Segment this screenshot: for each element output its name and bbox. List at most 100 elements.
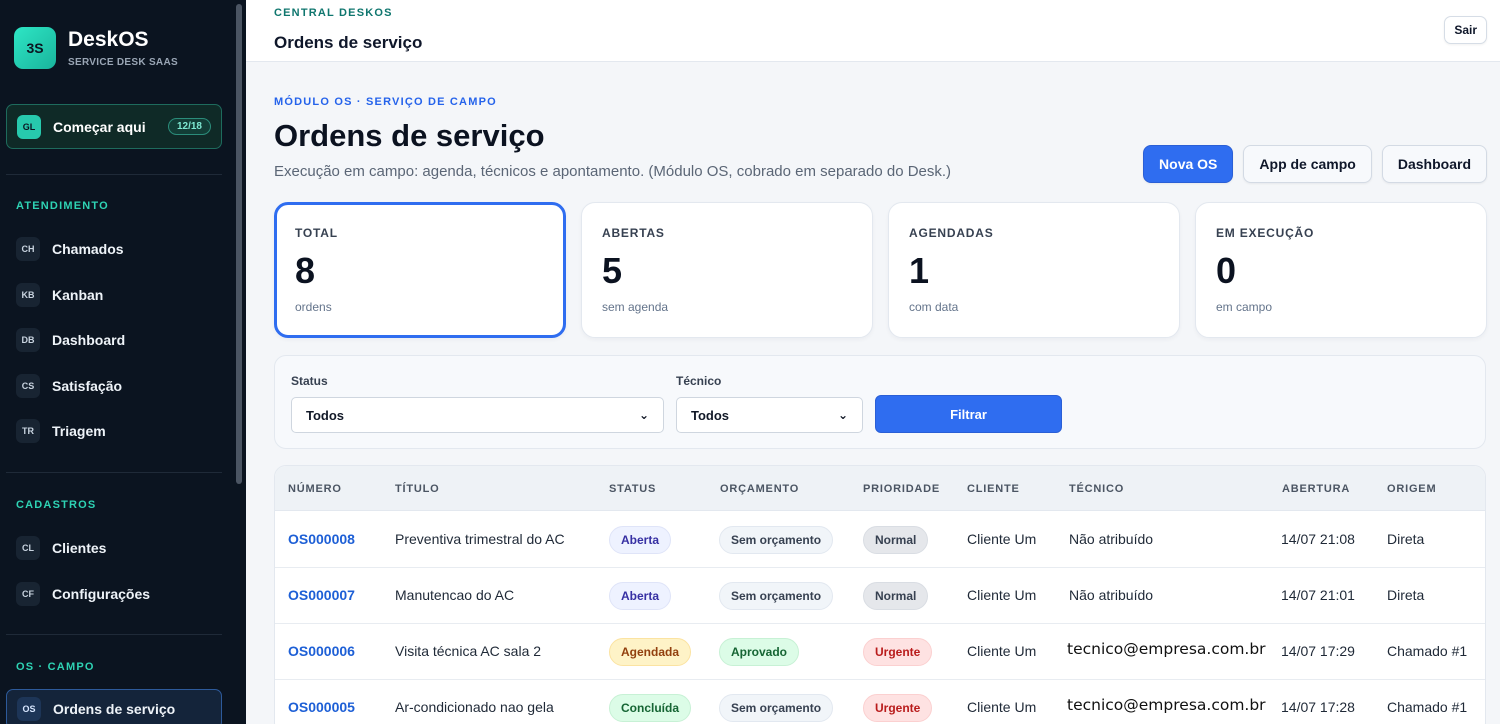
field-app-button[interactable]: App de campo <box>1243 145 1372 183</box>
status-select[interactable]: Todos ⌄ <box>291 397 664 433</box>
page-subtitle: Execução em campo: agenda, técnicos e ap… <box>274 163 952 180</box>
dashboard-button[interactable]: Dashboard <box>1381 145 1487 183</box>
satisfacao-chip: CS <box>16 374 40 398</box>
stat-value: 0 <box>1216 250 1237 291</box>
sidebar-item-chamados[interactable]: CH Chamados <box>16 233 222 265</box>
origin: Chamado #1 <box>1387 699 1468 715</box>
brand-logo: 3S <box>14 27 56 69</box>
brand-name: DeskOS <box>68 28 149 51</box>
stat-caption: em campo <box>1216 300 1273 314</box>
order-title: Manutencao do AC <box>395 587 515 603</box>
page-title: Ordens de serviço <box>274 118 545 153</box>
logout-button[interactable]: Sair <box>1444 16 1487 44</box>
stat-card-total[interactable]: TOTAL 8 ordens <box>274 202 566 338</box>
table-row[interactable]: OS000005 Ar-condicionado nao gela Conclu… <box>275 680 1485 724</box>
col-header-orcamento: ORÇAMENTO <box>720 483 800 495</box>
budget-badge: Sem orçamento <box>719 526 834 554</box>
stat-caption: com data <box>909 300 959 314</box>
stat-card-em-execucao[interactable]: EM EXECUÇÃO 0 em campo <box>1195 202 1487 338</box>
stat-card-agendadas[interactable]: AGENDADAS 1 com data <box>888 202 1180 338</box>
clientes-chip: CL <box>16 536 40 560</box>
sidebar-item-label: Configurações <box>52 586 151 602</box>
sidebar-item-label: Triagem <box>52 423 106 439</box>
stat-label: TOTAL <box>295 226 338 240</box>
technician: Não atribuído <box>1069 587 1154 603</box>
stat-caption: ordens <box>295 300 332 314</box>
sidebar-item-label: Satisfação <box>52 378 123 394</box>
order-title: Ar-condicionado nao gela <box>395 699 554 715</box>
topbar: CENTRAL DESKOS Ordens de serviço Sair <box>246 0 1500 62</box>
col-header-titulo: TÍTULO <box>395 483 440 495</box>
order-title: Visita técnica AC sala 2 <box>395 643 542 659</box>
stat-value: 5 <box>602 250 623 291</box>
sidebar-item-ordens-de-servico[interactable]: OS Ordens de serviço <box>6 689 222 724</box>
sidebar-scrollbar[interactable] <box>236 4 242 484</box>
sidebar-item-configuracoes[interactable]: CF Configurações <box>16 578 222 610</box>
status-badge: Concluída <box>609 694 692 722</box>
col-header-prioridade: PRIORIDADE <box>863 483 941 495</box>
sidebar-item-clientes[interactable]: CL Clientes <box>16 532 222 564</box>
order-number-link[interactable]: OS000005 <box>288 699 355 715</box>
priority-badge: Urgente <box>863 638 933 666</box>
priority-badge: Normal <box>863 582 929 610</box>
page-actions: Nova OS App de campo Dashboard <box>1143 145 1487 183</box>
status-badge: Aberta <box>609 526 672 554</box>
opened-at: 14/07 21:01 <box>1281 587 1355 603</box>
budget-badge: Sem orçamento <box>719 694 834 722</box>
technician: tecnico@empresa.com.br <box>1067 696 1266 714</box>
stat-label: AGENDADAS <box>909 226 994 240</box>
table-row[interactable]: OS000008 Preventiva trimestral do AC Abe… <box>275 512 1485 568</box>
table-row[interactable]: OS000007 Manutencao do AC Aberta Sem orç… <box>275 568 1485 624</box>
order-number-link[interactable]: OS000006 <box>288 643 355 659</box>
topbar-title: Ordens de serviço <box>274 33 423 52</box>
order-number-link[interactable]: OS000008 <box>288 531 355 547</box>
table-header: NÚMERO TÍTULO STATUS ORÇAMENTO PRIORIDAD… <box>275 466 1485 511</box>
col-header-abertura: ABERTURA <box>1282 483 1351 495</box>
triagem-chip: TR <box>16 419 40 443</box>
budget-badge: Sem orçamento <box>719 582 834 610</box>
dashboard-chip: DB <box>16 328 40 352</box>
new-order-button[interactable]: Nova OS <box>1143 145 1234 183</box>
ordens-chip: OS <box>17 697 41 721</box>
technician: Não atribuído <box>1069 531 1154 547</box>
stat-card-abertas[interactable]: ABERTAS 5 sem agenda <box>581 202 873 338</box>
filters-panel: Status Todos ⌄ Técnico Todos ⌄ Filtrar <box>274 355 1486 449</box>
origin: Direta <box>1387 587 1425 603</box>
filter-button[interactable]: Filtrar <box>875 395 1062 433</box>
brand-subtitle: SERVICE DESK SAAS <box>68 57 178 68</box>
section-title-os-campo: OS · CAMPO <box>16 661 95 673</box>
origin: Direta <box>1387 531 1425 547</box>
tech-select[interactable]: Todos ⌄ <box>676 397 863 433</box>
client-name: Cliente Um <box>967 699 1037 715</box>
col-header-status: STATUS <box>609 483 657 495</box>
brand[interactable]: 3S DeskOS SERVICE DESK SAAS <box>14 27 178 69</box>
tech-filter-label: Técnico <box>676 374 722 388</box>
stat-value: 1 <box>909 250 930 291</box>
sidebar-item-satisfacao[interactable]: CS Satisfação <box>16 370 222 402</box>
origin: Chamado #1 <box>1387 643 1468 659</box>
kanban-chip: KB <box>16 283 40 307</box>
budget-badge: Aprovado <box>719 638 800 666</box>
stats-row: TOTAL 8 ordens ABERTAS 5 sem agenda AGEN… <box>274 202 1487 338</box>
status-badge: Aberta <box>609 582 672 610</box>
sidebar-item-kanban[interactable]: KB Kanban <box>16 279 222 311</box>
sidebar-item-label: Chamados <box>52 241 124 257</box>
client-name: Cliente Um <box>967 643 1037 659</box>
chevron-down-icon: ⌄ <box>638 408 649 422</box>
status-badge: Agendada <box>609 638 692 666</box>
opened-at: 14/07 21:08 <box>1281 531 1355 547</box>
sidebar-divider <box>6 174 222 175</box>
stat-value: 8 <box>295 250 316 291</box>
order-number-link[interactable]: OS000007 <box>288 587 355 603</box>
orders-table: NÚMERO TÍTULO STATUS ORÇAMENTO PRIORIDAD… <box>274 465 1486 724</box>
sidebar-item-label: Dashboard <box>52 332 126 348</box>
col-header-cliente: CLIENTE <box>967 483 1020 495</box>
start-here-button[interactable]: GL Começar aqui 12/18 <box>6 104 222 149</box>
chevron-down-icon: ⌄ <box>837 408 848 422</box>
configuracoes-chip: CF <box>16 582 40 606</box>
table-row[interactable]: OS000006 Visita técnica AC sala 2 Agenda… <box>275 624 1485 680</box>
section-title-atendimento: ATENDIMENTO <box>16 200 109 212</box>
sidebar-item-triagem[interactable]: TR Triagem <box>16 415 222 447</box>
sidebar-item-dashboard[interactable]: DB Dashboard <box>16 324 222 356</box>
col-header-origem: ORIGEM <box>1387 483 1437 495</box>
